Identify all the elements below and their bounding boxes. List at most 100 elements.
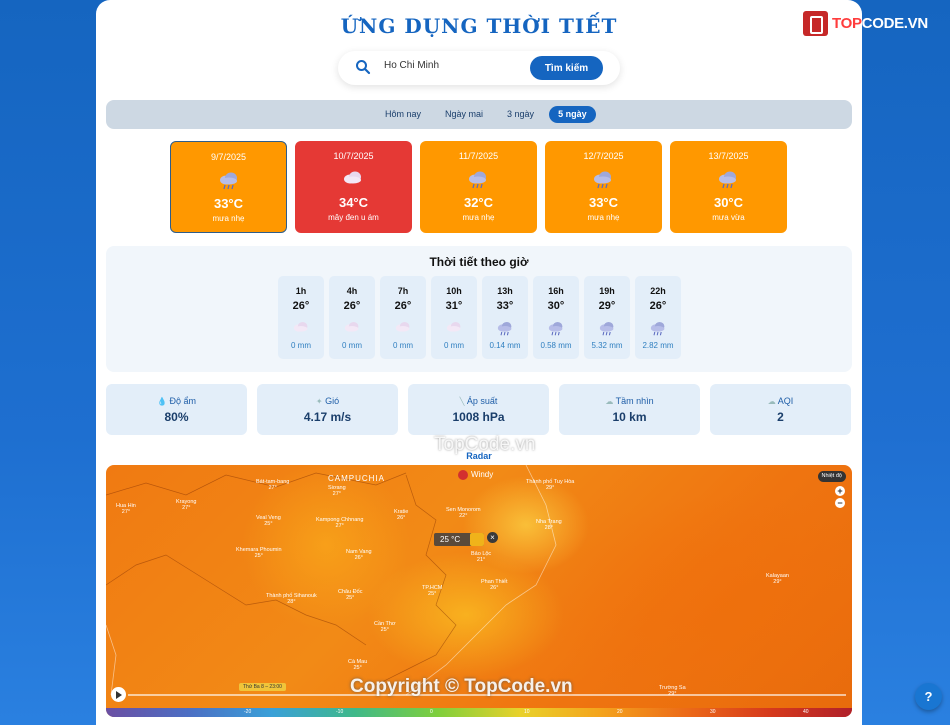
- wind-icon: ✦: [315, 397, 323, 406]
- hour-label: 16h: [548, 286, 564, 296]
- help-button[interactable]: ?: [915, 683, 942, 710]
- tab-5-days[interactable]: 5 ngày: [549, 106, 596, 123]
- scale-tick: 30: [710, 709, 716, 715]
- hour-card: 7h 26° 0 mm: [380, 276, 426, 359]
- hour-temp: 26°: [649, 300, 667, 312]
- day-desc: mưa nhẹ: [212, 214, 245, 223]
- watermark-bottom: Copyright © TopCode.vn: [350, 676, 573, 697]
- day-card[interactable]: 9/7/2025 33°C mưa nhẹ: [170, 141, 287, 233]
- scale-tick: 20: [617, 709, 623, 715]
- tab-3-days[interactable]: 3 ngày: [498, 106, 543, 123]
- pointer-expand-button[interactable]: [470, 533, 484, 546]
- stat-value: 1008 hPa: [452, 410, 505, 424]
- day-card[interactable]: 10/7/2025 34°C mây đen u ám: [295, 141, 412, 233]
- day-card[interactable]: 12/7/2025 33°C mưa nhẹ: [545, 141, 662, 233]
- day-date: 11/7/2025: [458, 151, 499, 161]
- map-place-label: Phan Thiết 26°: [481, 579, 508, 591]
- rain-cloud-icon: [597, 320, 617, 336]
- hour-card: 16h 30° 0.58 mm: [533, 276, 579, 359]
- map-place-label: Veal Veng 25°: [256, 515, 281, 527]
- pointer-close-icon[interactable]: ×: [487, 532, 498, 543]
- map-place-label: Thành phố Sihanouk 28°: [266, 593, 317, 605]
- topcode-logo-icon: [803, 11, 828, 36]
- hour-rain: 2.82 mm: [642, 341, 674, 350]
- hourly-title: Thời tiết theo giờ: [429, 255, 529, 269]
- day-temp: 32°C: [463, 195, 494, 210]
- windy-logo-icon: [458, 470, 468, 480]
- topcode-logo: TOPCODE.VN: [803, 11, 928, 36]
- temperature-scale: -20 -10 0 10 20 30 40: [106, 708, 852, 717]
- search-button[interactable]: Tìm kiếm: [530, 56, 603, 80]
- hour-rain: 0 mm: [393, 341, 413, 350]
- fog-icon: ☁: [605, 397, 614, 406]
- hour-rain: 0.58 mm: [540, 341, 572, 350]
- rain-cloud-icon: [546, 320, 566, 336]
- day-date: 13/7/2025: [708, 151, 749, 161]
- map-place-label: Châu Đốc 25°: [338, 589, 363, 601]
- droplet-icon: 💧: [157, 397, 167, 406]
- hour-label: 10h: [446, 286, 462, 296]
- scale-tick: -10: [336, 709, 344, 715]
- hour-label: 22h: [650, 286, 666, 296]
- cloud-icon: ☁: [767, 397, 776, 406]
- day-temp: 34°C: [338, 195, 369, 210]
- day-card[interactable]: 11/7/2025 32°C mưa nhẹ: [420, 141, 537, 233]
- hour-temp: 30°: [547, 300, 565, 312]
- hour-card: 10h 31° 0 mm: [431, 276, 477, 359]
- stat-value: 2: [777, 410, 784, 424]
- zoom-in-button[interactable]: +: [835, 486, 845, 496]
- map-place-label: Nam Vang 26°: [346, 549, 372, 561]
- windy-brand: Windy: [458, 470, 493, 480]
- map-place-label: Siơang 27°: [328, 485, 346, 497]
- tab-tomorrow[interactable]: Ngày mai: [436, 106, 492, 123]
- day-date: 10/7/2025: [333, 151, 374, 161]
- stat-value: 4.17 m/s: [303, 410, 352, 424]
- hourly-list: 1h 26° 0 mm 4h 26° 0 mm 7h 26° 0 mm 10h 31° 0 mm 13h…: [278, 276, 681, 359]
- rain-cloud-icon: [716, 168, 740, 190]
- hour-label: 13h: [497, 286, 513, 296]
- hour-rain: 5.32 mm: [591, 341, 623, 350]
- stat-card: ╲ Áp suất 1008 hPa: [408, 384, 549, 435]
- stat-card: 💧 Độ ẩm 80%: [106, 384, 247, 435]
- page-title: ỨNG DỤNG THỜI TIẾT: [340, 14, 618, 38]
- map-place-label: Bát-tam-bang 27°: [256, 479, 290, 491]
- hour-label: 7h: [397, 286, 409, 296]
- day-card[interactable]: 13/7/2025 30°C mưa vừa: [670, 141, 787, 233]
- thermometer-icon: ╲: [459, 397, 465, 406]
- stat-card: ☁ Tầm nhìn 10 km: [559, 384, 700, 435]
- map-place-label: Krayong 27°: [176, 499, 197, 511]
- play-button[interactable]: [111, 687, 126, 702]
- day-date: 9/7/2025: [210, 152, 247, 162]
- hour-temp: 29°: [598, 300, 616, 312]
- map-place-label: TP.HCM 25°: [422, 585, 443, 597]
- hour-temp: 26°: [292, 300, 310, 312]
- daily-forecast-list: 9/7/2025 33°C mưa nhẹ 10/7/2025 34°C mây đen …: [170, 141, 787, 233]
- rain-cloud-icon: [466, 168, 490, 190]
- overlay-selector[interactable]: Nhiệt độ: [817, 471, 846, 482]
- scale-tick: 0: [430, 709, 433, 715]
- hour-card: 4h 26° 0 mm: [329, 276, 375, 359]
- hour-card: 19h 29° 5.32 mm: [584, 276, 630, 359]
- scale-tick: -20: [244, 709, 252, 715]
- hour-rain: 0.14 mm: [489, 341, 521, 350]
- day-temp: 33°C: [213, 196, 244, 211]
- timeline-time-pill: Thứ Ba 8 – 23:00: [239, 683, 286, 691]
- hour-temp: 31°: [445, 300, 463, 312]
- cloud-icon: [291, 320, 311, 336]
- tab-today[interactable]: Hôm nay: [376, 106, 430, 123]
- stat-label: Tầm nhìn: [615, 396, 654, 406]
- map-country-label: CAMPUCHIA: [328, 474, 386, 483]
- cloud-icon: [342, 320, 362, 336]
- day-desc: mưa vừa: [712, 213, 745, 222]
- day-desc: mây đen u ám: [328, 213, 379, 222]
- map-place-label: Hua Hin 27°: [116, 503, 136, 515]
- day-date: 12/7/2025: [583, 151, 624, 161]
- hour-rain: 0 mm: [291, 341, 311, 350]
- hour-rain: 0 mm: [444, 341, 464, 350]
- hour-label: 1h: [295, 286, 307, 296]
- map-place-label: Kalayaan 29°: [766, 573, 789, 585]
- zoom-out-button[interactable]: −: [835, 498, 845, 508]
- stat-label: Áp suất: [466, 396, 498, 406]
- rain-cloud-icon: [648, 320, 668, 336]
- map-place-label: Kratie 26°: [394, 509, 409, 521]
